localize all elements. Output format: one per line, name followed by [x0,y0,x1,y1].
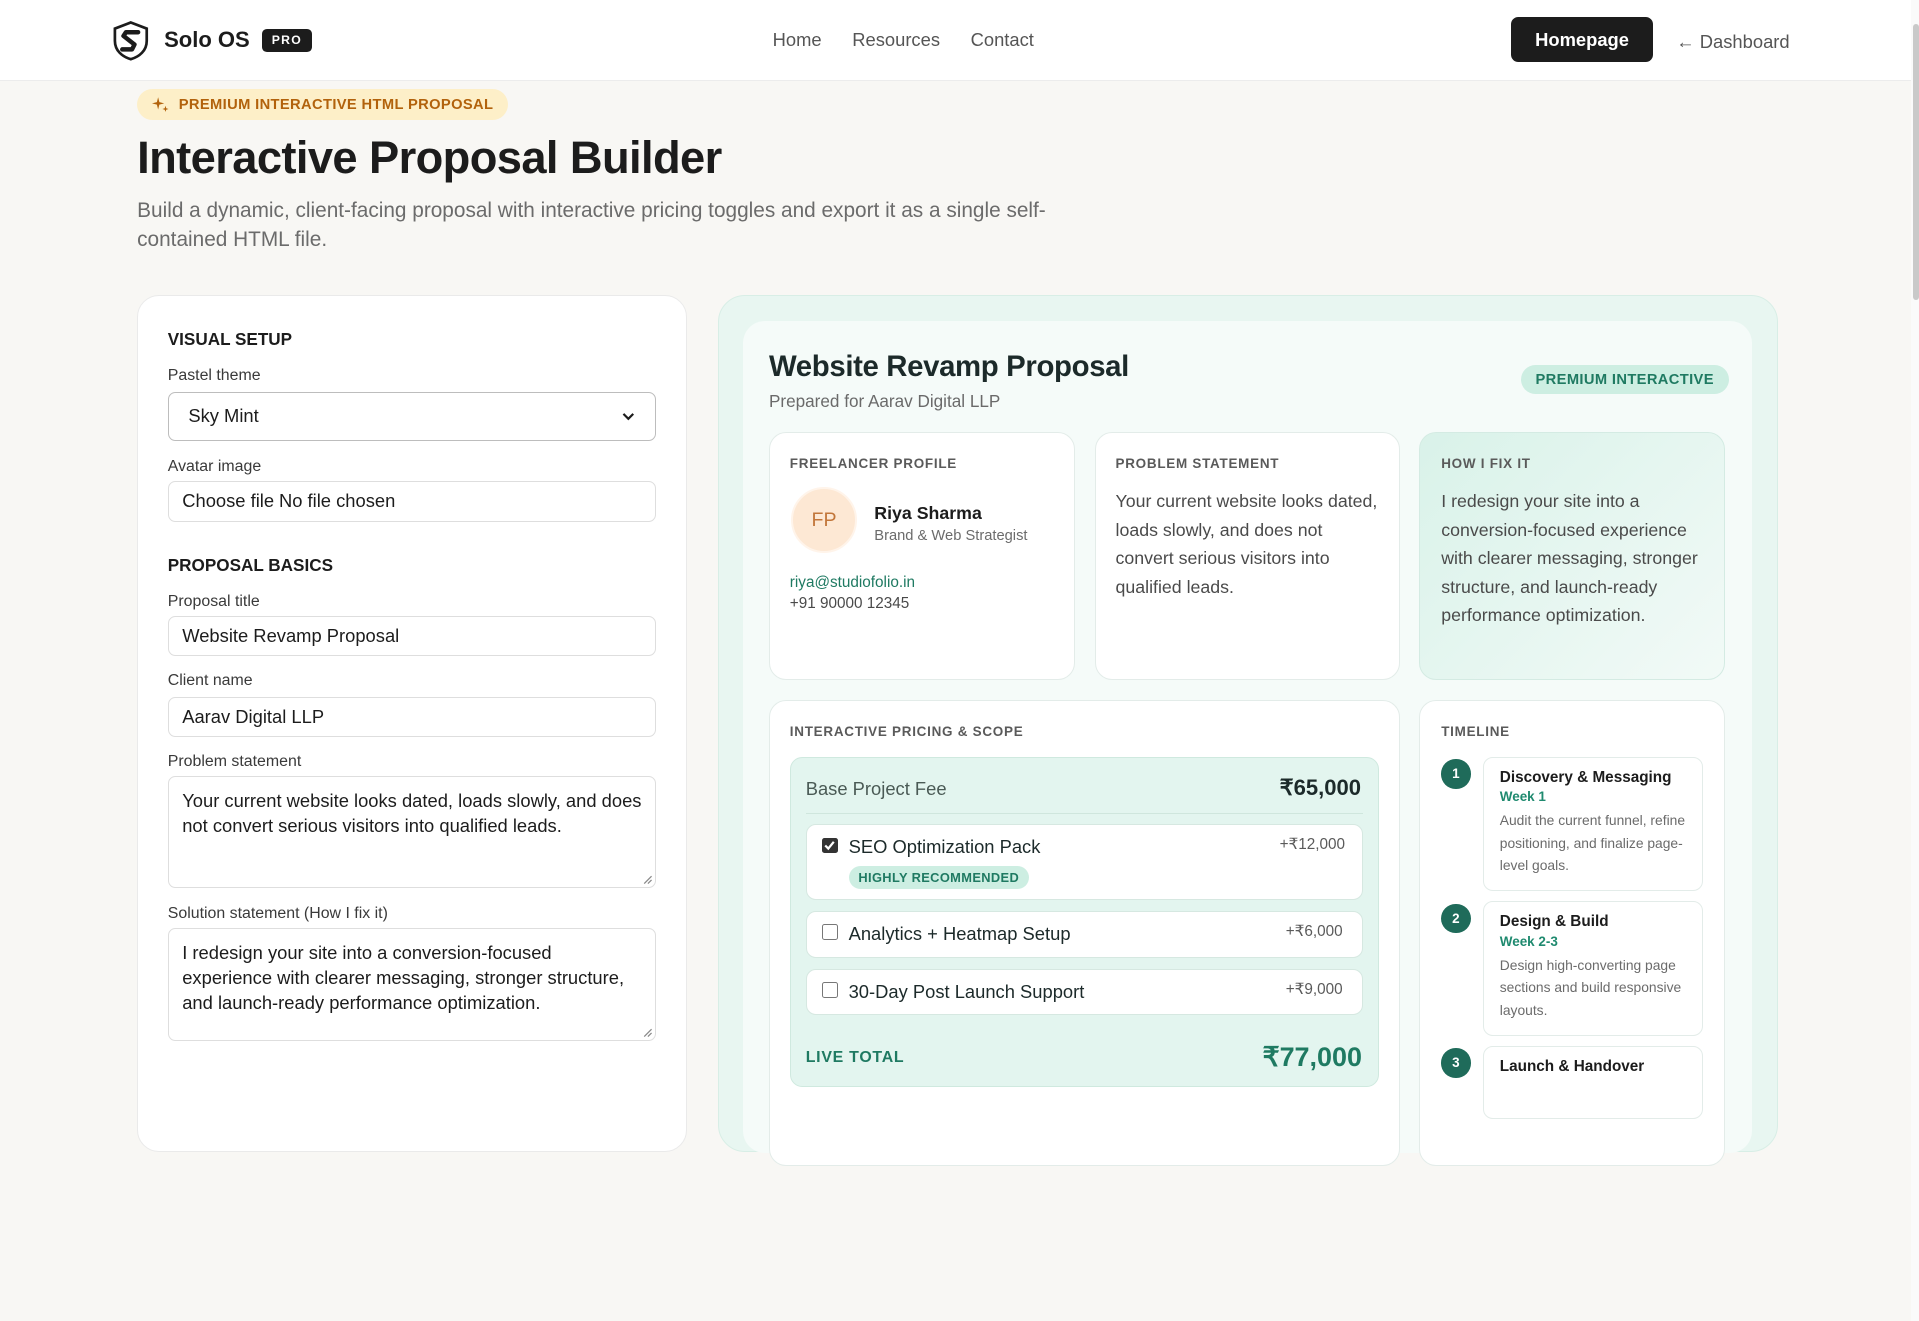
addon-price: +₹6,000 [1285,923,1343,941]
nav-resources[interactable]: Resources [852,29,940,51]
nav-contact[interactable]: Contact [971,29,1034,51]
timeline-step-number: 3 [1441,1048,1471,1078]
brand-logo[interactable]: Solo OS PRO [110,20,312,62]
addon-checkbox[interactable] [821,982,838,998]
dashboard-link[interactable]: ← Dashboard [1676,31,1789,53]
chevron-down-icon [622,413,635,421]
addon-price: +₹12,000 [1279,836,1346,854]
solution-label: Solution statement (How I fix it) [167,904,388,922]
timeline-step-number: 1 [1441,759,1471,789]
visual-setup-heading: VISUAL SETUP [167,329,293,350]
timeline-step: Discovery & Messaging Week 1 Audit the c… [1482,756,1704,892]
timeline-step-week: Week 2-3 [1499,933,1558,949]
sparkle-icon [151,97,169,113]
problem-label: Problem statement [167,753,302,771]
addon-price: +₹9,000 [1285,980,1343,998]
preview-prepared-for: Prepared for Aarav Digital LLP [768,390,1001,411]
timeline-step: Launch & Handover [1482,1045,1704,1120]
page-subtitle: Build a dynamic, client-facing proposal … [137,198,1046,252]
check-icon [824,841,835,851]
pricing-heading: INTERACTIVE PRICING & SCOPE [789,723,1024,739]
file-status: No file chosen [278,490,396,512]
avatar-label: Avatar image [167,457,262,475]
theme-label: Pastel theme [167,367,261,385]
fix-heading: HOW I FIX IT [1441,455,1531,471]
freelancer-phone: +91 90000 12345 [789,595,910,613]
choose-file-button[interactable]: Choose file [182,490,274,512]
freelancer-name: Riya Sharma [874,503,982,524]
timeline-step-number: 2 [1441,903,1471,934]
problem-body: Your current website looks dated, loads … [1115,491,1378,597]
theme-select[interactable]: Sky Mint [167,391,657,441]
base-fee-value: ₹65,000 [1279,775,1361,801]
premium-interactive-badge: PREMIUM INTERACTIVE [1520,364,1729,395]
premium-pill-label: PREMIUM INTERACTIVE HTML PROPOSAL [178,96,494,113]
homepage-button[interactable]: Homepage [1511,17,1654,63]
shield-s-logo-icon [113,20,149,61]
divider [805,813,1363,815]
solution-textarea-text: I redesign your site into a conversion-f… [182,942,625,1014]
proposal-title-label: Proposal title [167,592,260,610]
page-scrollbar[interactable] [1911,0,1919,1321]
main-nav: Home Resources Contact [773,29,1034,51]
fix-body: I redesign your site into a conversion-f… [1441,491,1698,626]
problem-textarea-text: Your current website looks dated, loads … [182,790,642,837]
timeline-step-title: Launch & Handover [1499,1057,1645,1075]
live-total-value: ₹77,000 [1262,1042,1362,1073]
problem-heading: PROBLEM STATEMENT [1115,455,1280,471]
solution-textarea[interactable]: I redesign your site into a conversion-f… [167,928,657,1041]
base-fee-label: Base Project Fee [805,777,947,799]
freelancer-email[interactable]: riya@studiofolio.in [790,574,915,592]
resize-grip-icon[interactable] [643,875,653,885]
freelancer-role: Brand & Web Strategist [874,527,1028,544]
theme-select-value: Sky Mint [188,405,259,427]
timeline-step-week: Week 1 [1499,789,1546,805]
client-name-label: Client name [167,672,253,690]
timeline-step-title: Design & Build [1499,913,1609,931]
timeline-step-desc: Audit the current funnel, refine positio… [1499,812,1686,874]
scrollbar-thumb[interactable] [1912,24,1919,300]
addon-name: 30-Day Post Launch Support [848,980,1085,1002]
problem-textarea[interactable]: Your current website looks dated, loads … [167,776,657,888]
recommended-tag: HIGHLY RECOMMENDED [848,865,1029,889]
brand-name: Solo OS [164,27,250,53]
avatar-file-input[interactable]: Choose file No file chosen [167,481,657,522]
premium-pill: PREMIUM INTERACTIVE HTML PROPOSAL [137,89,509,120]
addon-checkbox[interactable] [821,924,838,941]
preview-title: Website Revamp Proposal [768,350,1129,384]
addon-name: SEO Optimization Pack [848,836,1041,858]
freelancer-heading: FREELANCER PROFILE [789,455,957,471]
timeline-step-title: Discovery & Messaging [1499,768,1672,786]
resize-grip-icon[interactable] [643,1028,653,1038]
addon-checkbox-checked[interactable] [821,837,838,854]
proposal-title-input[interactable]: Website Revamp Proposal [167,615,657,657]
live-total-label: LIVE TOTAL [805,1049,905,1067]
timeline-step-desc: Design high-converting page sections and… [1499,956,1682,1018]
page-title: Interactive Proposal Builder [137,132,722,184]
timeline-step: Design & Build Week 2-3 Design high-conv… [1482,901,1704,1036]
pro-badge: PRO [261,28,312,53]
top-navbar: Solo OS PRO Home Resources Contact Homep… [0,0,1919,81]
timeline-heading: TIMELINE [1441,723,1510,739]
client-name-input[interactable]: Aarav Digital LLP [167,696,657,738]
addon-name: Analytics + Heatmap Setup [848,923,1071,945]
proposal-basics-heading: PROPOSAL BASICS [167,554,334,575]
nav-home[interactable]: Home [773,29,822,51]
